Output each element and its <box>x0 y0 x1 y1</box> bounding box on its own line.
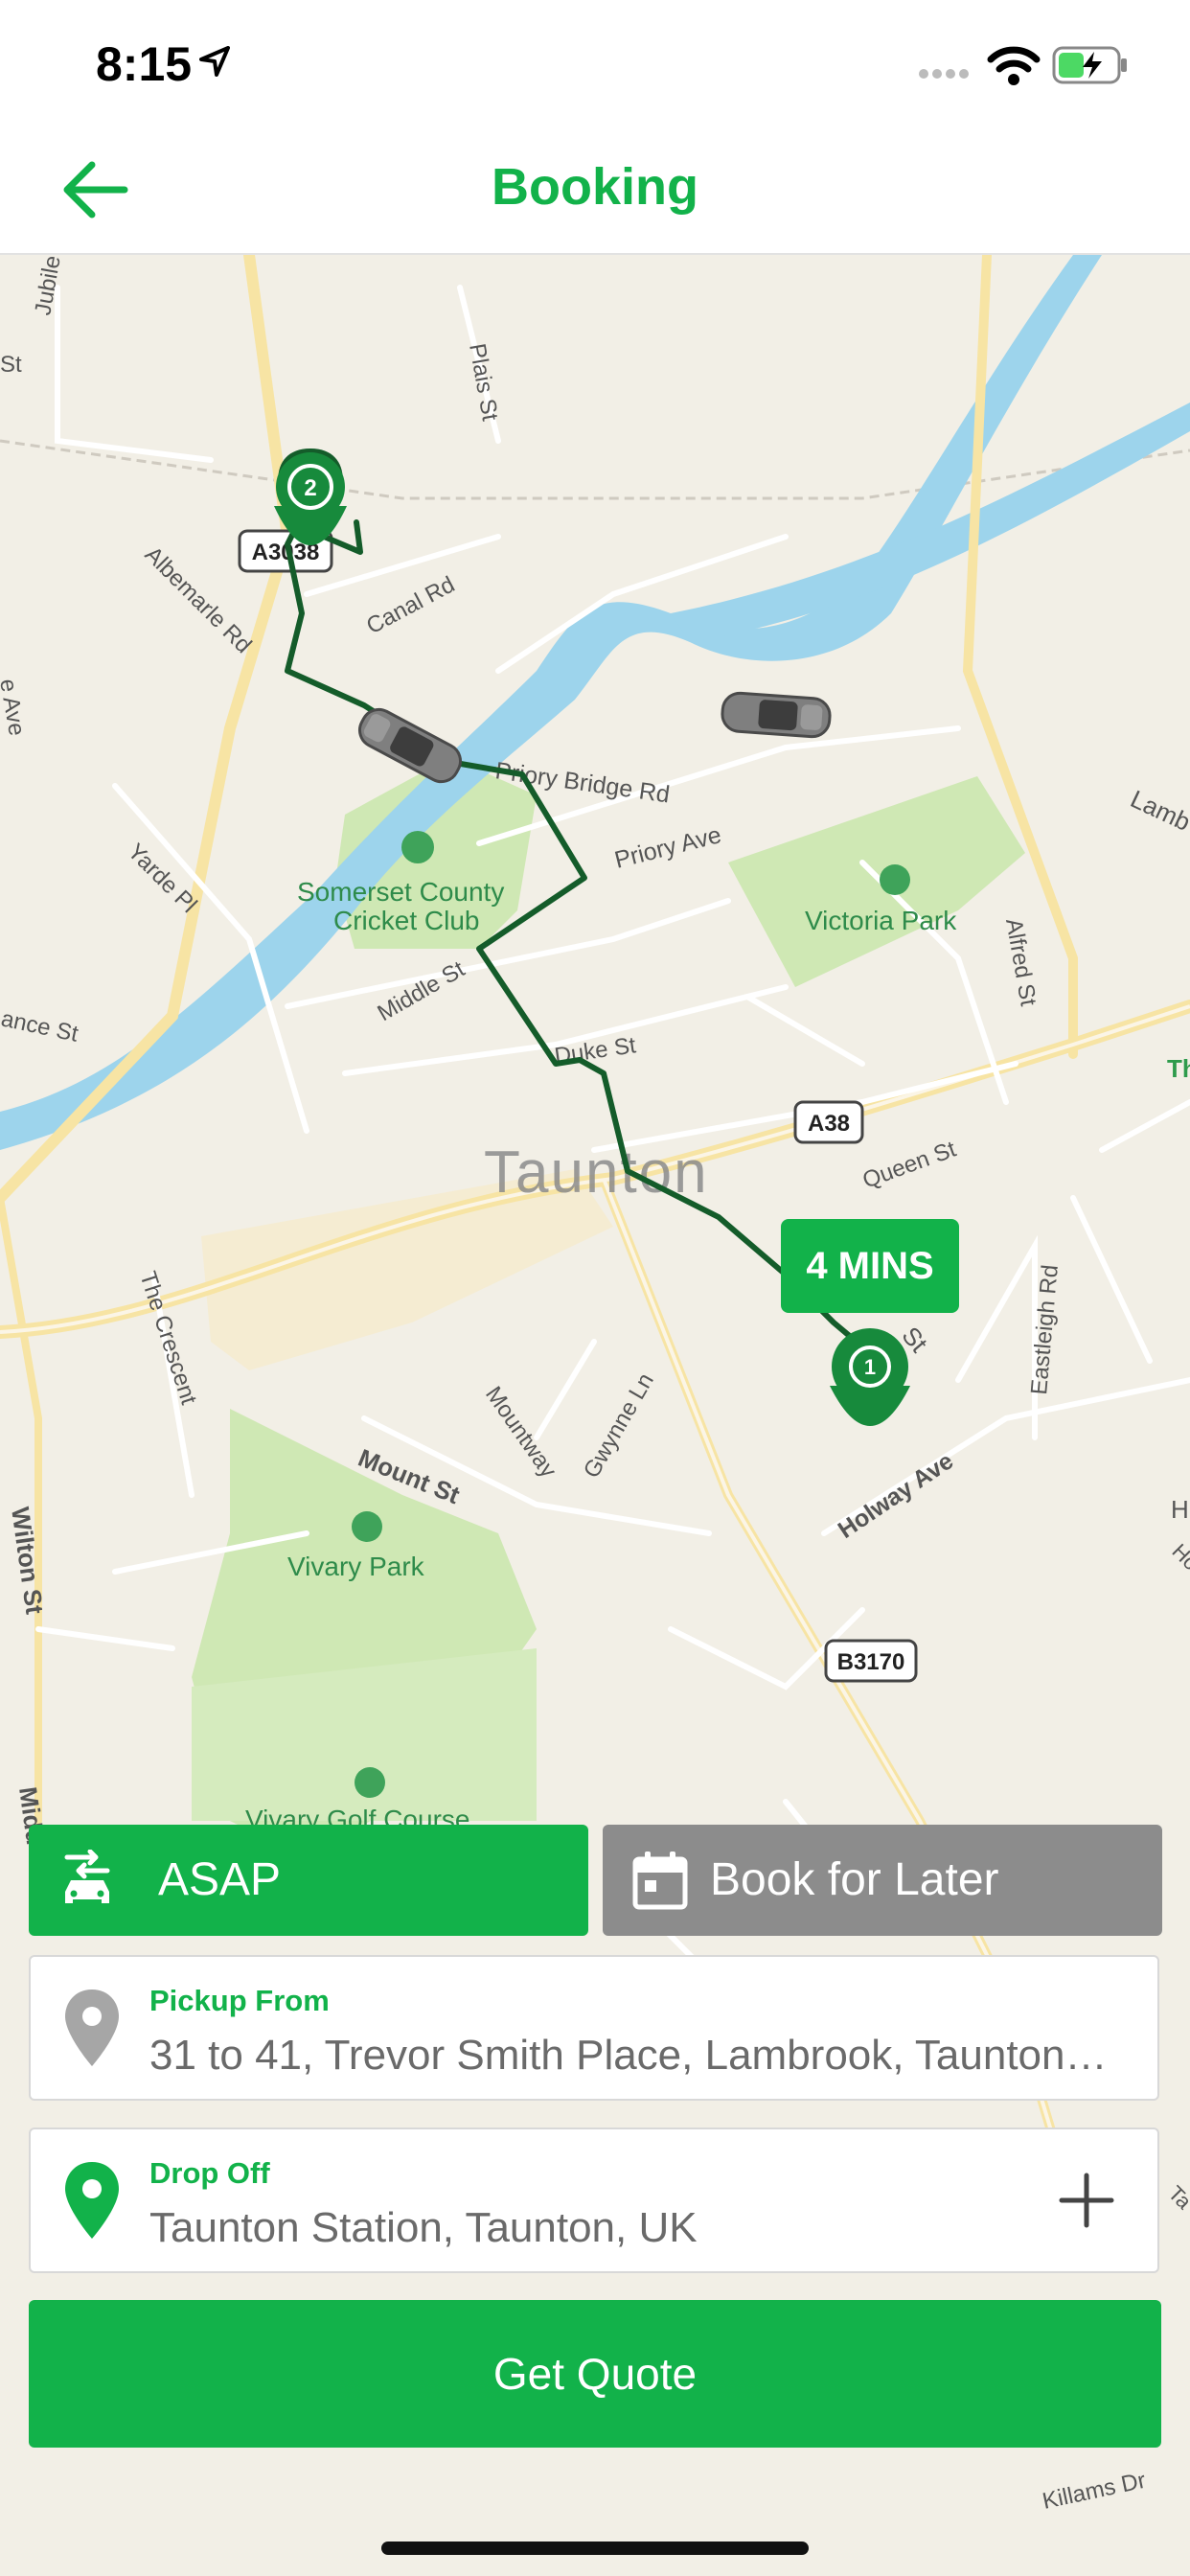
svg-text:1: 1 <box>864 1355 876 1379</box>
status-bar: 8:15 <box>0 0 1190 126</box>
get-quote-label: Get Quote <box>492 2349 698 2399</box>
add-stop-plus-icon[interactable] <box>1058 2172 1115 2229</box>
car-icon <box>64 1850 110 1903</box>
book-for-later-button[interactable]: Book for Later <box>603 1825 1162 1936</box>
road-shield-b3170: B3170 <box>824 1639 918 1683</box>
pickup-field[interactable]: Pickup From 31 to 41, Trevor Smith Place… <box>29 1955 1159 2101</box>
asap-button[interactable]: ASAP <box>29 1825 588 1936</box>
dropoff-field[interactable]: Drop Off Taunton Station, Taunton, UK <box>29 2128 1159 2273</box>
svg-text:A38: A38 <box>808 1111 850 1137</box>
calendar-icon <box>632 1852 688 1910</box>
map-label-st-left: St <box>0 352 22 378</box>
pickup-address: 31 to 41, Trevor Smith Place, Lambrook, … <box>149 2032 1117 2079</box>
svg-text:B3170: B3170 <box>837 1649 905 1675</box>
navigation-bar: Booking <box>0 126 1190 255</box>
map-label-th: Th <box>1167 1054 1190 1083</box>
pickup-label: Pickup From <box>149 1984 330 2017</box>
pickup-pin-icon <box>65 1990 119 2066</box>
taxi-car-icon <box>721 691 832 739</box>
road-shield-a38: A38 <box>793 1100 864 1144</box>
map-label-cricket-club-1: Somerset County <box>297 877 504 907</box>
wifi-icon <box>987 46 1041 85</box>
dropoff-pin-icon <box>65 2162 119 2239</box>
asap-label: ASAP <box>158 1854 282 1905</box>
eta-badge: 4 MINS <box>781 1219 959 1313</box>
cellular-signal-icon <box>919 69 969 79</box>
dropoff-address: Taunton Station, Taunton, UK <box>149 2204 698 2251</box>
get-quote-button[interactable]: Get Quote <box>29 2300 1161 2448</box>
book-for-later-label: Book for Later <box>710 1854 999 1905</box>
home-indicator[interactable] <box>381 2542 809 2555</box>
map-label-vivary-park: Vivary Park <box>287 1552 425 1581</box>
map-label-cricket-club-2: Cricket Club <box>333 906 479 935</box>
location-arrow-icon <box>199 46 230 77</box>
svg-text:2: 2 <box>304 475 316 501</box>
battery-icon <box>1052 46 1127 84</box>
map-label-h: H <box>1171 1495 1189 1524</box>
map-label-victoria-park: Victoria Park <box>805 906 957 935</box>
status-time: 8:15 <box>96 37 193 91</box>
dropoff-label: Drop Off <box>149 2156 270 2190</box>
page-title: Booking <box>492 158 698 216</box>
eta-text: 4 MINS <box>806 1245 933 1287</box>
